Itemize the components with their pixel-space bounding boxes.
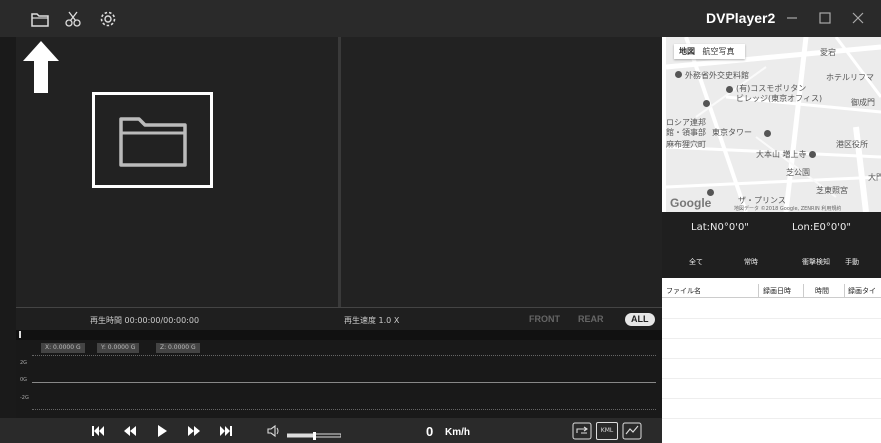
- close-icon[interactable]: [848, 8, 868, 28]
- gsensor-y-label: Y: 0.0000 G: [97, 343, 140, 353]
- fast-forward-icon[interactable]: [186, 423, 202, 439]
- playtime-value: 00:00:00/00:00:00: [124, 316, 200, 325]
- minimize-icon[interactable]: [782, 8, 802, 28]
- map-copyright: 地図データ ©2018 Google, ZENRIN 利用規約: [734, 206, 842, 212]
- gsensor-tick-0g: 0G: [20, 377, 28, 383]
- map-label: ホテルリフマ: [826, 73, 874, 82]
- list-row-divider: [662, 418, 881, 419]
- play-icon[interactable]: [154, 423, 170, 439]
- map-pin-icon[interactable]: [764, 130, 771, 137]
- longitude-readout: Lon:E0°0'0": [792, 222, 851, 233]
- status-bar: 再生時間 00:00:00/00:00:00 再生速度 1.0 X FRONT …: [16, 307, 662, 330]
- map-label: 外務省外交史料館: [685, 71, 749, 80]
- map-label: 愛宕: [820, 48, 836, 57]
- file-list: ファイル名 録画日時 時間 録画タイ: [662, 278, 881, 443]
- column-filename[interactable]: ファイル名: [666, 286, 701, 296]
- speed-unit: Km/h: [445, 427, 470, 438]
- skip-start-icon[interactable]: [90, 423, 106, 439]
- playback-controls: 0 Km/h KML: [0, 418, 662, 443]
- map-view[interactable]: 地図 航空写真 外務省外交史料館 (有)コスモポリタン ビレッジ(東京オフィス)…: [666, 37, 881, 212]
- gsensor-graph: X: 0.0000 G Y: 0.0000 G Z: 0.0000 G 2G 0…: [16, 340, 662, 418]
- volume-slider[interactable]: [286, 426, 342, 440]
- map-tab-satellite[interactable]: 航空写真: [703, 47, 735, 56]
- column-record-datetime[interactable]: 録画日時: [763, 286, 791, 296]
- rear-video-pane[interactable]: [341, 37, 662, 307]
- column-divider[interactable]: [844, 284, 845, 298]
- seek-thumb[interactable]: [19, 331, 21, 338]
- list-row-divider: [662, 378, 881, 379]
- scissors-icon[interactable]: [63, 9, 83, 29]
- list-row-divider: [662, 398, 881, 399]
- up-arrow-icon: [21, 39, 61, 99]
- front-video-pane[interactable]: [16, 37, 338, 307]
- skip-end-icon[interactable]: [218, 423, 234, 439]
- map-tab-map[interactable]: 地図: [679, 47, 695, 56]
- front-view-button[interactable]: FRONT: [523, 313, 566, 326]
- rear-view-button[interactable]: REAR: [572, 313, 610, 326]
- map-label: 大本山 増上寺: [756, 150, 807, 159]
- map-label: 麻布狸穴町: [666, 140, 706, 149]
- folder-large-icon: [117, 111, 189, 173]
- map-label: 大門: [868, 173, 881, 182]
- filter-event[interactable]: 衝撃検知: [802, 257, 830, 267]
- folder-icon[interactable]: [30, 9, 50, 29]
- latitude-readout: Lat:N0°0'0": [691, 222, 749, 233]
- title-bar: DVPlayer2: [0, 0, 881, 37]
- gsensor-tick-neg2g: -2G: [20, 395, 29, 401]
- map-label: 東京タワー: [712, 128, 752, 137]
- filter-normal[interactable]: 常時: [744, 257, 758, 267]
- speed-label: 再生速度: [344, 316, 376, 325]
- gsensor-line-top: [32, 355, 656, 356]
- maximize-icon[interactable]: [815, 8, 835, 28]
- map-pin-icon[interactable]: [675, 71, 682, 78]
- map-label: 港区役所: [836, 140, 868, 149]
- kml-icon[interactable]: KML: [596, 422, 618, 440]
- map-label: ビレッジ(東京オフィス): [736, 94, 823, 103]
- video-area: [16, 37, 662, 307]
- column-record-type[interactable]: 録画タイ: [848, 286, 876, 296]
- gsensor-tick-2g: 2G: [20, 360, 28, 366]
- column-divider[interactable]: [758, 284, 759, 298]
- column-divider[interactable]: [803, 284, 804, 298]
- gsensor-line-bottom: [32, 409, 656, 410]
- playtime-label: 再生時間: [90, 316, 122, 325]
- gsensor-x-label: X: 0.0000 G: [41, 343, 85, 353]
- map-pin-icon[interactable]: [707, 189, 714, 196]
- app-title: DVPlayer2: [706, 10, 776, 26]
- left-gutter: [0, 37, 16, 443]
- map-label: 芝東照宮: [816, 186, 848, 195]
- chart-icon[interactable]: [622, 422, 642, 440]
- rewind-icon[interactable]: [122, 423, 138, 439]
- all-view-button[interactable]: ALL: [625, 313, 655, 326]
- volume-icon[interactable]: [266, 423, 282, 439]
- map-pin-icon[interactable]: [809, 151, 816, 158]
- map-pin-icon[interactable]: [726, 86, 733, 93]
- map-label: 館・領事部: [666, 128, 706, 137]
- map-pin-icon[interactable]: [703, 100, 710, 107]
- map-label: 御成門: [851, 98, 875, 107]
- right-panel: 地図 航空写真 外務省外交史料館 (有)コスモポリタン ビレッジ(東京オフィス)…: [662, 37, 881, 443]
- file-list-header: ファイル名 録画日時 時間 録画タイ: [662, 284, 881, 298]
- speed-value: 0: [426, 424, 434, 439]
- filter-manual[interactable]: 手動: [845, 257, 859, 267]
- speed-multiplier: 1.0 X: [378, 316, 400, 325]
- seek-bar[interactable]: [16, 330, 662, 340]
- gsensor-line-mid: [32, 382, 656, 383]
- loop-icon[interactable]: [572, 422, 592, 440]
- map-label: 芝公園: [786, 168, 810, 177]
- list-row-divider: [662, 338, 881, 339]
- list-row-divider: [662, 358, 881, 359]
- filter-all[interactable]: 全て: [689, 257, 703, 267]
- folder-highlight-frame: [92, 92, 213, 188]
- list-row-divider: [662, 318, 881, 319]
- google-logo: Google: [670, 196, 712, 210]
- column-duration[interactable]: 時間: [815, 286, 829, 296]
- gsensor-z-label: Z: 0.0000 G: [156, 343, 200, 353]
- coordinates-panel: Lat:N0°0'0" Lon:E0°0'0" 全て 常時 衝撃検知 手動: [662, 212, 881, 278]
- map-type-tabs[interactable]: 地図 航空写真: [674, 44, 745, 59]
- gear-icon[interactable]: [98, 9, 118, 29]
